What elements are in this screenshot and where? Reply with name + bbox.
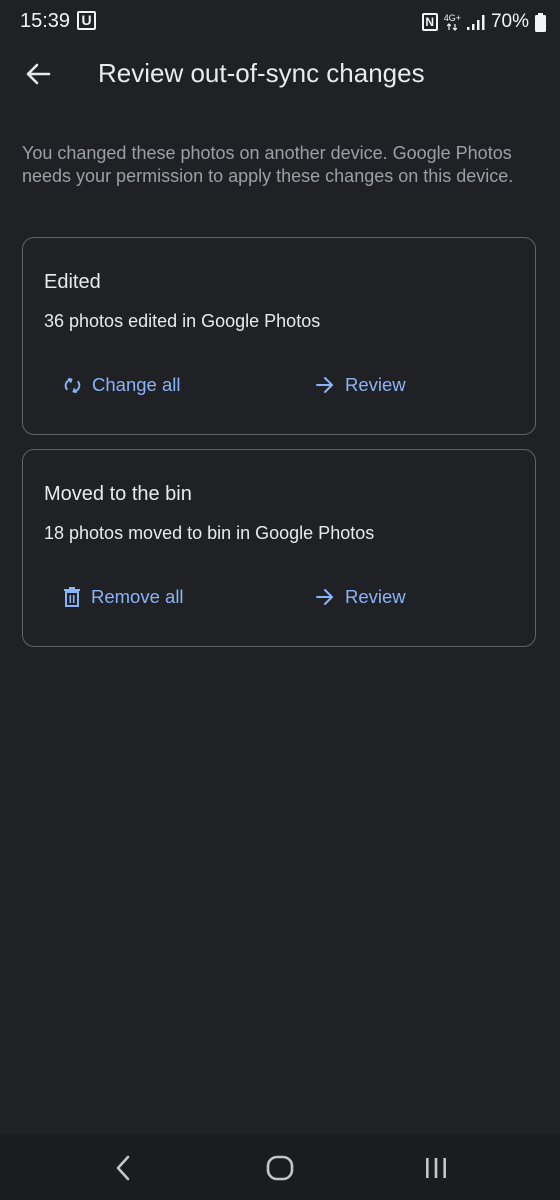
page-title: Review out-of-sync changes — [98, 58, 425, 88]
nav-home-button[interactable] — [260, 1148, 300, 1188]
review-label: Review — [345, 374, 406, 395]
card-title: Moved to the bin — [44, 483, 192, 505]
card-description: 18 photos moved to bin in Google Photos — [44, 523, 375, 543]
back-button[interactable] — [18, 54, 58, 94]
card-title: Edited — [44, 271, 101, 293]
trash-icon — [64, 587, 80, 607]
signal-icon — [466, 15, 485, 30]
app-bar: Review out-of-sync changes — [0, 44, 560, 104]
nav-home-icon — [266, 1155, 294, 1181]
card-description: 36 photos edited in Google Photos — [44, 311, 321, 331]
carrier-badge-icon: U — [77, 11, 96, 30]
status-bar: 15:39 U N 4G+ 70% — [0, 0, 560, 44]
navigation-bar — [0, 1134, 560, 1200]
description-text: You changed these photos on another devi… — [22, 143, 514, 186]
change-all-label: Change all — [92, 374, 181, 395]
review-label: Review — [345, 586, 406, 607]
nav-recents-button[interactable] — [416, 1148, 456, 1188]
network-type-label: 4G+ — [443, 12, 461, 23]
sync-icon — [64, 377, 81, 393]
moved-to-bin-card: Moved to the bin 18 photos moved to bin … — [22, 449, 536, 647]
nav-back-icon — [116, 1155, 130, 1181]
remove-all-label: Remove all — [91, 586, 184, 607]
nfc-icon: N — [421, 13, 438, 31]
battery-icon — [535, 12, 546, 32]
arrow-forward-icon — [316, 589, 333, 605]
arrow-back-icon — [26, 63, 51, 85]
nav-back-button[interactable] — [103, 1148, 143, 1188]
data-arrows-icon — [447, 22, 458, 31]
review-edited-button[interactable]: Review — [315, 374, 406, 396]
network-indicator: 4G+ — [443, 12, 461, 31]
arrow-forward-icon — [316, 377, 333, 393]
edited-card: Edited 36 photos edited in Google Photos… — [22, 237, 536, 435]
battery-percent: 70% — [490, 11, 529, 32]
remove-all-button[interactable]: Remove all — [63, 586, 184, 608]
status-indicators: N 4G+ 70% — [421, 10, 546, 34]
review-bin-button[interactable]: Review — [315, 586, 406, 608]
nav-recents-icon — [426, 1158, 446, 1178]
change-all-button[interactable]: Change all — [63, 374, 180, 396]
status-time: 15:39 — [20, 10, 71, 32]
